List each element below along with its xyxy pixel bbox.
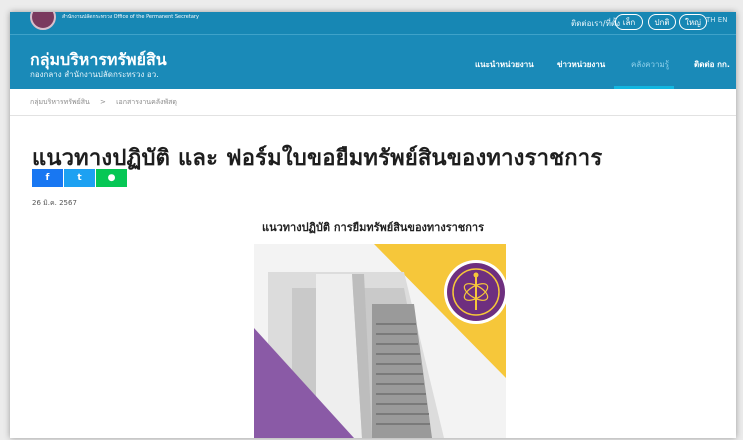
language-switch[interactable]: TH EN [706, 16, 727, 24]
site-header: สำนักงานปลัดกระทรวง Office of the Perman… [10, 12, 736, 89]
nav-item-news[interactable]: ข่าวหน่วยงาน [557, 58, 605, 71]
facebook-share-button[interactable]: f [32, 169, 63, 187]
nav-item-knowledge[interactable]: คลังความรู้ [631, 58, 669, 71]
font-size-large-button[interactable]: ใหญ่ [679, 14, 707, 30]
top-strip: สำนักงานปลัดกระทรวง Office of the Perman… [10, 12, 736, 35]
font-size-normal-button[interactable]: ปกติ [648, 14, 676, 30]
twitter-share-button[interactable]: t [64, 169, 95, 187]
breadcrumb-separator: > [100, 98, 106, 106]
line-icon: ● [107, 173, 116, 183]
ministry-logo-icon[interactable] [30, 12, 56, 30]
nav-item-contact[interactable]: ติดต่อ กก. [694, 58, 730, 71]
browser-page: สำนักงานปลัดกระทรวง Office of the Perman… [10, 12, 736, 438]
article-cover-image [254, 244, 506, 438]
contact-location-link[interactable]: ติดต่อเรา/ที่ตั้ง [571, 17, 620, 30]
ministry-label: สำนักงานปลัดกระทรวง Office of the Perman… [62, 14, 199, 20]
twitter-icon: t [77, 173, 82, 183]
facebook-icon: f [45, 173, 50, 183]
breadcrumb: กลุ่มบริหารทรัพย์สิน > เอกสารงานคลังพัสด… [30, 97, 185, 111]
post-date: 26 มิ.ค. 2567 [32, 199, 77, 207]
nav-item-about[interactable]: แนะนำหน่วยงาน [475, 58, 534, 71]
breadcrumb-home[interactable]: กลุ่มบริหารทรัพย์สิน [30, 98, 90, 106]
article-subheading: แนวทางปฏิบัติ การยืมทรัพย์สินของทางราชกา… [261, 221, 485, 234]
font-size-small-button[interactable]: เล็ก [615, 14, 643, 30]
active-nav-indicator [614, 86, 674, 89]
site-subtitle: กองกลาง สำนักงานปลัดกระทรวง อว. [30, 70, 159, 79]
line-share-button[interactable]: ● [96, 169, 127, 187]
breadcrumb-divider [10, 115, 736, 116]
building-illustration [254, 244, 506, 438]
breadcrumb-current[interactable]: เอกสารงานคลังพัสดุ [116, 98, 177, 106]
